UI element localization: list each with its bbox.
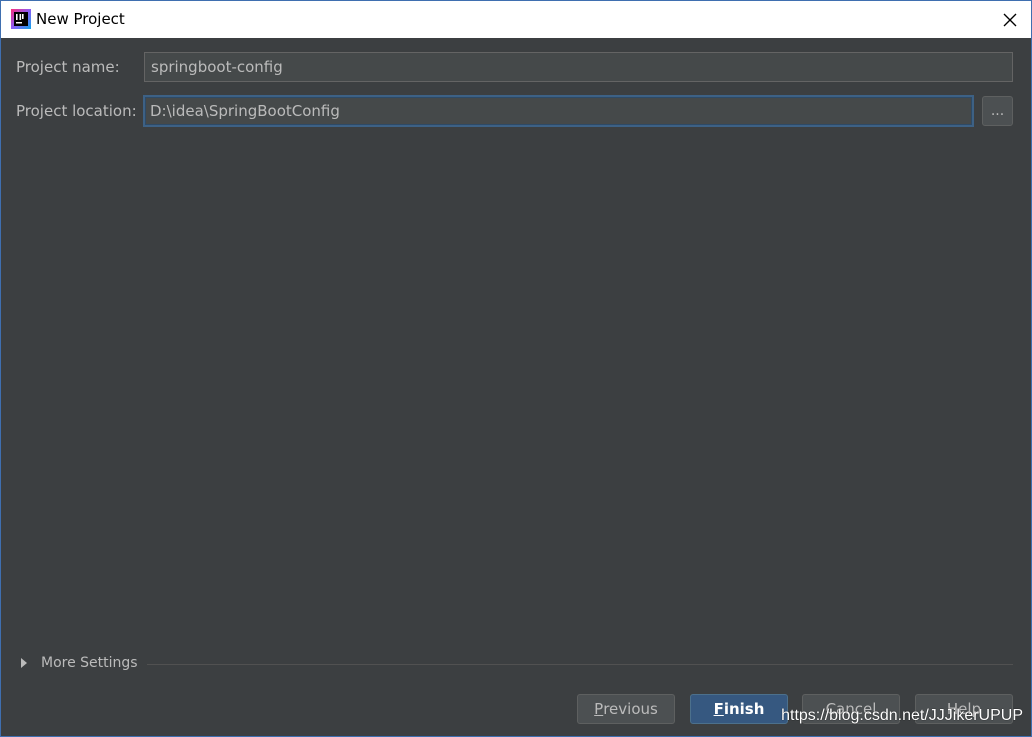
finish-mnemonic: F	[713, 700, 724, 718]
finish-label: inish	[723, 700, 765, 718]
project-name-input[interactable]	[144, 52, 1013, 82]
triangle-right-icon	[21, 658, 27, 668]
dialog-content: Project name: Project location: ... More…	[1, 38, 1031, 736]
close-icon	[1003, 13, 1017, 27]
more-settings-divider	[147, 664, 1013, 665]
previous-label: revious	[603, 700, 658, 718]
project-location-label: Project location:	[16, 102, 137, 120]
cancel-label: Cancel	[825, 700, 877, 718]
title-bar: New Project	[1, 1, 1031, 38]
more-settings-toggle[interactable]: More Settings	[21, 655, 138, 671]
finish-button[interactable]: Finish	[690, 694, 788, 724]
intellij-idea-icon	[11, 9, 31, 29]
more-settings-label: More Settings	[41, 655, 138, 671]
project-name-label: Project name:	[16, 58, 120, 76]
new-project-dialog: New Project Project name: Project locati…	[0, 0, 1032, 737]
window-title: New Project	[36, 10, 125, 28]
help-button[interactable]: Help	[915, 694, 1013, 724]
previous-button[interactable]: Previous	[577, 694, 675, 724]
close-button[interactable]	[997, 7, 1023, 33]
help-label: Help	[946, 700, 982, 718]
cancel-button[interactable]: Cancel	[802, 694, 900, 724]
previous-mnemonic: P	[594, 700, 604, 718]
project-location-input[interactable]	[143, 95, 974, 127]
browse-button[interactable]: ...	[982, 96, 1013, 126]
